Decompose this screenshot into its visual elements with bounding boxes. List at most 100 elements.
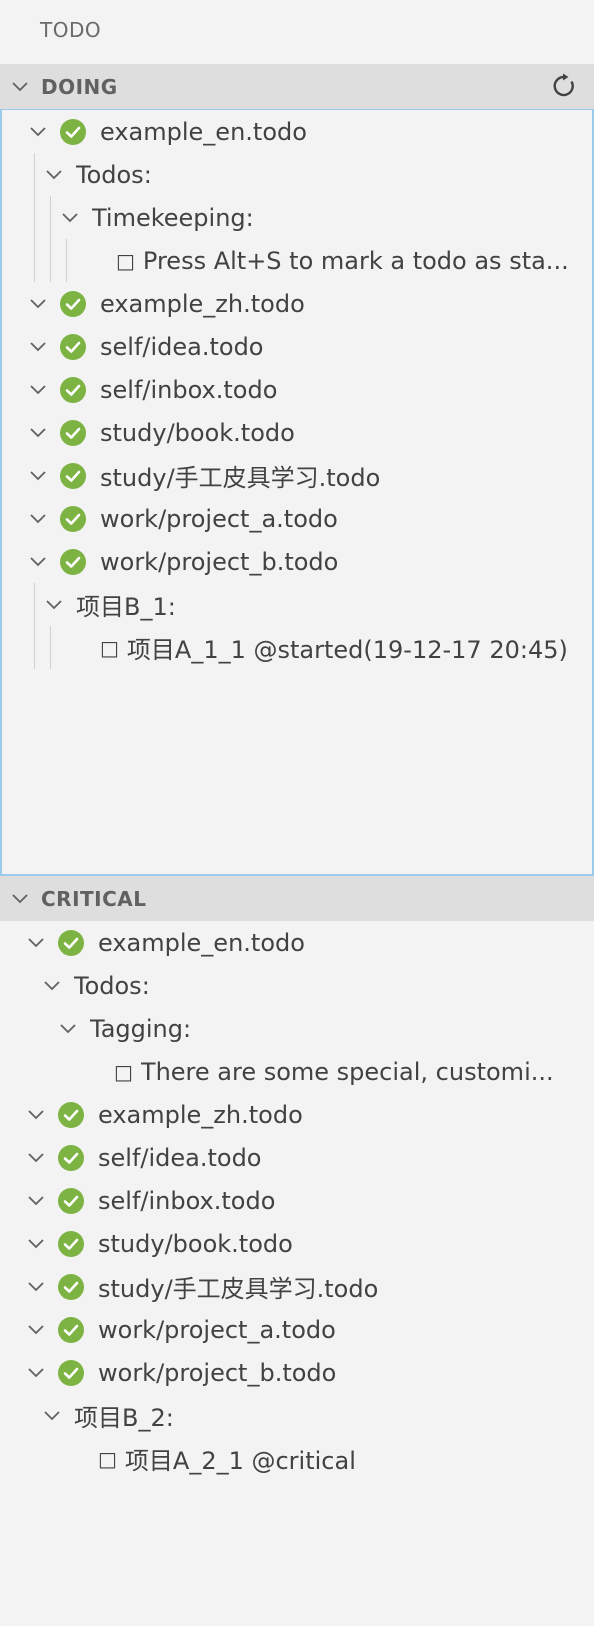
tree-file-item[interactable]: self/idea.todo — [2, 325, 592, 368]
chevron-down-icon[interactable] — [60, 208, 80, 228]
tree-task-item[interactable]: □ There are some special, customi... — [0, 1050, 594, 1093]
section-header-critical[interactable]: CRITICAL — [0, 876, 594, 921]
tree-task-item[interactable]: □ Press Alt+S to mark a todo as sta... — [2, 239, 592, 282]
indent-guide — [50, 626, 51, 669]
tree-item-label: 项目B_2: — [74, 1404, 174, 1432]
tree-file-item[interactable]: self/inbox.todo — [0, 1179, 594, 1222]
chevron-down-icon[interactable] — [44, 595, 64, 615]
doing-tree: example_en.todo Todos: Timekeeping: □ Press … — [0, 109, 594, 876]
chevron-down-icon[interactable] — [26, 1191, 46, 1211]
chevron-down-icon[interactable] — [28, 380, 48, 400]
tree-group-item[interactable]: 项目B_2: — [0, 1394, 594, 1437]
tree-group-item[interactable]: Todos: — [0, 964, 594, 1007]
chevron-down-icon[interactable] — [26, 1277, 46, 1297]
checkbox-empty-icon[interactable]: □ — [100, 636, 119, 660]
check-circle-icon — [60, 290, 86, 317]
tree-item-label: self/idea.todo — [100, 332, 264, 361]
tree-item-label: Todos: — [74, 971, 150, 1000]
section-header-doing[interactable]: DOING — [0, 64, 594, 109]
chevron-down-icon[interactable] — [28, 466, 48, 486]
chevron-down-icon[interactable] — [26, 1148, 46, 1168]
indent-guide — [50, 196, 51, 282]
tree-file-item[interactable]: study/手工皮具学习.todo — [0, 1265, 594, 1308]
indent-guide — [66, 239, 67, 282]
check-circle-icon — [58, 1359, 84, 1386]
tree-item-label: example_en.todo — [98, 928, 305, 957]
section-title: CRITICAL — [41, 886, 147, 911]
chevron-down-icon[interactable] — [26, 1320, 46, 1340]
tree-item-label: example_zh.todo — [100, 289, 305, 318]
tree-item-label: 项目A_1_1 @started(19-12-17 20:45) — [126, 636, 568, 664]
tree-file-item[interactable]: study/手工皮具学习.todo — [2, 454, 592, 497]
checkbox-empty-icon[interactable]: □ — [98, 1447, 117, 1471]
tree-item-label: work/project_a.todo — [100, 504, 338, 533]
tree-file-item[interactable]: study/book.todo — [0, 1222, 594, 1265]
chevron-down-icon[interactable] — [26, 933, 46, 953]
check-circle-icon — [60, 333, 86, 360]
chevron-down-icon — [9, 888, 31, 910]
check-circle-icon — [58, 1144, 84, 1171]
tree-file-item[interactable]: example_en.todo — [0, 921, 594, 964]
tree-item-label: There are some special, customi... — [140, 1057, 554, 1086]
indent-guide — [34, 153, 35, 282]
tree-file-item[interactable]: work/project_b.todo — [2, 540, 592, 583]
tree-item-label: work/project_b.todo — [100, 547, 339, 576]
chevron-down-icon[interactable] — [28, 294, 48, 314]
tree-item-label: Tagging: — [90, 1014, 192, 1043]
refresh-icon[interactable] — [550, 72, 578, 100]
check-circle-icon — [58, 1230, 84, 1257]
check-circle-icon — [58, 929, 84, 956]
tree-item-label: 项目B_1: — [76, 593, 176, 621]
tree-file-item[interactable]: work/project_a.todo — [2, 497, 592, 540]
tree-item-label: Timekeeping: — [92, 203, 254, 232]
check-circle-icon — [60, 462, 86, 489]
chevron-down-icon[interactable] — [42, 976, 62, 996]
chevron-down-icon[interactable] — [26, 1105, 46, 1125]
tree-group-item[interactable]: 项目B_1: — [2, 583, 592, 626]
chevron-down-icon[interactable] — [28, 552, 48, 572]
tree-item-label: Todos: — [76, 160, 152, 189]
chevron-down-icon[interactable] — [28, 423, 48, 443]
tree-item-label: 项目A_2_1 @critical — [124, 1447, 356, 1475]
chevron-down-icon[interactable] — [26, 1234, 46, 1254]
chevron-down-icon — [9, 76, 31, 98]
tree-item-label: work/project_a.todo — [98, 1315, 336, 1344]
checkbox-empty-icon[interactable]: □ — [114, 1060, 133, 1084]
check-circle-icon — [60, 419, 86, 446]
chevron-down-icon[interactable] — [28, 122, 48, 142]
check-circle-icon — [60, 118, 86, 145]
section-title: DOING — [41, 74, 118, 99]
check-circle-icon — [60, 505, 86, 532]
tree-file-item[interactable]: self/idea.todo — [0, 1136, 594, 1179]
chevron-down-icon[interactable] — [26, 1363, 46, 1383]
tree-item-label: example_zh.todo — [98, 1100, 303, 1129]
indent-guide — [34, 583, 35, 669]
tree-group-item[interactable]: Todos: — [2, 153, 592, 196]
chevron-down-icon[interactable] — [28, 337, 48, 357]
tree-item-label: study/手工皮具学习.todo — [100, 464, 381, 492]
chevron-down-icon[interactable] — [44, 165, 64, 185]
check-circle-icon — [60, 376, 86, 403]
tree-file-item[interactable]: work/project_a.todo — [0, 1308, 594, 1351]
tree-item-label: example_en.todo — [100, 117, 307, 146]
tree-file-item[interactable]: example_zh.todo — [2, 282, 592, 325]
tree-file-item[interactable]: example_en.todo — [2, 110, 592, 153]
chevron-down-icon[interactable] — [58, 1019, 78, 1039]
chevron-down-icon[interactable] — [42, 1406, 62, 1426]
chevron-down-icon[interactable] — [28, 509, 48, 529]
tree-task-item[interactable]: □ 项目A_1_1 @started(19-12-17 20:45) — [2, 626, 592, 669]
check-circle-icon — [58, 1273, 84, 1300]
critical-tree: example_en.todo Todos: Tagging: □ There are … — [0, 921, 594, 1626]
tree-file-item[interactable]: example_zh.todo — [0, 1093, 594, 1136]
tree-file-item[interactable]: self/inbox.todo — [2, 368, 592, 411]
tree-file-item[interactable]: work/project_b.todo — [0, 1351, 594, 1394]
tree-item-label: study/book.todo — [98, 1229, 293, 1258]
tree-file-item[interactable]: study/book.todo — [2, 411, 592, 454]
check-circle-icon — [58, 1187, 84, 1214]
check-circle-icon — [58, 1101, 84, 1128]
tree-task-item[interactable]: □ 项目A_2_1 @critical — [0, 1437, 594, 1480]
tree-group-item[interactable]: Timekeeping: — [2, 196, 592, 239]
tree-group-item[interactable]: Tagging: — [0, 1007, 594, 1050]
checkbox-empty-icon[interactable]: □ — [116, 249, 135, 273]
tree-item-label: study/手工皮具学习.todo — [98, 1275, 379, 1303]
